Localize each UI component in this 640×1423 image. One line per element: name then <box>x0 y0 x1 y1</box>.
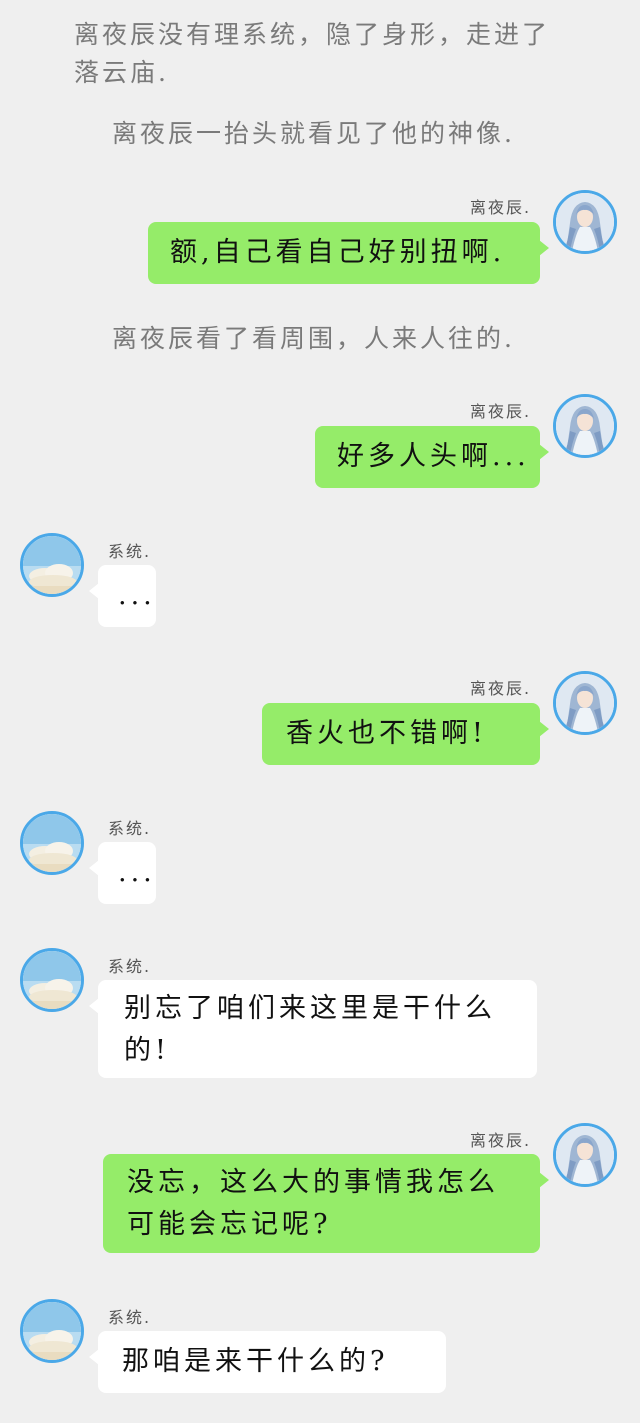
hero-portrait-icon <box>556 193 614 251</box>
sender-name: 离夜辰. <box>470 1131 532 1150</box>
sender-name: 系统. <box>108 542 152 561</box>
message-bubble-received[interactable]: 别忘了咱们来这里是干什么的! <box>89 980 537 1078</box>
narration-line: 离夜辰一抬头就看见了他的神像. <box>112 119 515 148</box>
chat-screen: { "narrations": [ "离夜辰没有理系统，隐了身形，走进了落云庙.… <box>0 0 640 1423</box>
system-avatar[interactable] <box>20 811 84 875</box>
sky-clouds-icon <box>23 1302 81 1360</box>
message-bubble-received[interactable]: ... <box>89 842 156 904</box>
message-text: ... <box>118 857 156 888</box>
message-text: 别忘了咱们来这里是干什么的! <box>124 993 496 1066</box>
message-text: 那咱是来干什么的? <box>122 1346 389 1377</box>
sender-name: 离夜辰. <box>470 402 532 421</box>
hero-portrait-icon <box>556 674 614 732</box>
bubble-tail <box>89 583 99 599</box>
system-avatar[interactable] <box>20 533 84 597</box>
hero-avatar[interactable] <box>553 671 617 735</box>
message-bubble-received[interactable]: 那咱是来干什么的? <box>89 1331 446 1393</box>
hero-portrait-icon <box>556 397 614 455</box>
bubble-tail <box>539 240 549 256</box>
narration-line: 离夜辰没有理系统，隐了身形，走进了落云庙. <box>74 20 551 87</box>
sky-clouds-icon <box>23 536 81 594</box>
message-text: 好多人头啊... <box>337 441 530 472</box>
message-text: ... <box>118 580 156 611</box>
message-bubble-sent[interactable]: 额,自己看自己好别扭啊. <box>148 222 549 284</box>
hero-portrait-icon <box>556 1126 614 1184</box>
message-text: 没忘，这么大的事情我怎么可能会忘记呢? <box>127 1167 499 1240</box>
bubble-tail <box>89 998 99 1014</box>
sky-clouds-icon <box>23 814 81 872</box>
hero-avatar[interactable] <box>553 394 617 458</box>
message-bubble-sent[interactable]: 好多人头啊... <box>315 426 549 488</box>
sender-name: 离夜辰. <box>470 198 532 217</box>
bubble-tail <box>539 444 549 460</box>
hero-avatar[interactable] <box>553 1123 617 1187</box>
narration-line: 离夜辰看了看周围，人来人往的. <box>112 324 515 353</box>
bubble-tail <box>89 1349 99 1365</box>
system-avatar[interactable] <box>20 1299 84 1363</box>
bubble-tail <box>539 1172 549 1188</box>
bubble-tail <box>539 721 549 737</box>
message-bubble-sent[interactable]: 香火也不错啊! <box>262 703 549 765</box>
system-avatar[interactable] <box>20 948 84 1012</box>
bubble-tail <box>89 860 99 876</box>
message-bubble-sent[interactable]: 没忘，这么大的事情我怎么可能会忘记呢? <box>103 1154 549 1253</box>
sender-name: 系统. <box>108 1308 152 1327</box>
message-bubble-received[interactable]: ... <box>89 565 156 627</box>
message-text: 额,自己看自己好别扭啊. <box>170 237 506 268</box>
hero-avatar[interactable] <box>553 190 617 254</box>
sender-name: 系统. <box>108 819 152 838</box>
sender-name: 离夜辰. <box>470 679 532 698</box>
sky-clouds-icon <box>23 951 81 1009</box>
sender-name: 系统. <box>108 957 152 976</box>
message-text: 香火也不错啊! <box>286 718 487 749</box>
